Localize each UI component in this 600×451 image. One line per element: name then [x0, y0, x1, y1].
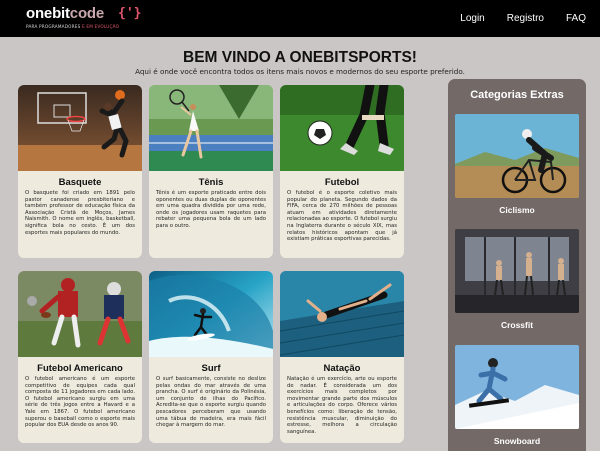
- snowboard-photo: [455, 345, 579, 429]
- sidebar-title: Categorias Extras: [470, 89, 564, 101]
- sidebar-item-label: Ciclismo: [499, 205, 535, 215]
- logo-brace-icon: {'}: [118, 6, 142, 21]
- sport-card-basquete[interactable]: Basquete O basquete foi criado em 1891 p…: [18, 85, 142, 258]
- card-title: Futebol Americano: [37, 363, 123, 374]
- page-title: BEM VINDO A ONEBITSPORTS!: [183, 49, 417, 66]
- nav-link-login[interactable]: Login: [460, 13, 484, 24]
- sidebar-item-label: Snowboard: [493, 436, 541, 446]
- cycling-photo: [455, 114, 579, 198]
- page-subtitle: Aqui é onde você encontra todos os itens…: [135, 67, 465, 76]
- navbar: onebitcode {'} PARA PROGRAMADORES E EM E…: [0, 0, 600, 37]
- card-text: O surf basicamente, consiste no deslize …: [156, 376, 266, 429]
- card-text: Tênis é um esporte praticado entre dois …: [156, 190, 266, 229]
- swimming-photo: [280, 271, 404, 357]
- card-title: Tênis: [198, 177, 224, 188]
- sport-card-futebol-americano[interactable]: Futebol Americano O futebol americano é …: [18, 271, 142, 443]
- card-text: O basquete foi criado em 1891 pelo pasto…: [25, 190, 135, 236]
- tennis-photo: [149, 85, 273, 171]
- sidebar-item-label: Crossfit: [500, 320, 534, 330]
- card-title: Surf: [201, 363, 221, 374]
- card-title: Futebol: [324, 177, 360, 188]
- nav-links: Login Registro FAQ: [438, 0, 586, 37]
- basketball-photo: [18, 85, 142, 171]
- card-text: O futebol americano é um esporte competi…: [25, 376, 135, 429]
- card-title: Basquete: [58, 177, 102, 188]
- sport-card-surf[interactable]: Surf O surf basicamente, consiste no des…: [149, 271, 273, 443]
- sport-card-futebol[interactable]: Futebol O futebol é o esporte coletivo m…: [280, 85, 404, 258]
- extra-categories-sidebar: Categorias Extras Ciclismo Crossfit Snow…: [448, 79, 586, 451]
- surf-photo: [149, 271, 273, 357]
- nav-link-faq[interactable]: FAQ: [566, 13, 586, 24]
- nav-link-registro[interactable]: Registro: [507, 13, 544, 24]
- sport-card-tenis[interactable]: Tênis Tênis é um esporte praticado entre…: [149, 85, 273, 258]
- crossfit-photo: [455, 229, 579, 313]
- card-text: O futebol é o esporte coletivo mais popu…: [287, 190, 397, 243]
- card-text: Natação é um exercício, arte ou esporte …: [287, 376, 397, 435]
- sidebar-item-crossfit[interactable]: Crossfit: [455, 229, 579, 330]
- soccer-photo: [280, 85, 404, 171]
- logo-tagline: PARA PROGRAMADORES E EM EVOLUÇÃO: [26, 24, 120, 29]
- logo-wordmark: onebitcode: [26, 5, 105, 22]
- sport-card-natacao[interactable]: Natação Natação é um exercício, arte ou …: [280, 271, 404, 443]
- sidebar-item-ciclismo[interactable]: Ciclismo: [455, 114, 579, 215]
- sidebar-item-snowboard[interactable]: Snowboard: [455, 345, 579, 446]
- card-title: Natação: [323, 363, 361, 374]
- american-football-photo: [18, 271, 142, 357]
